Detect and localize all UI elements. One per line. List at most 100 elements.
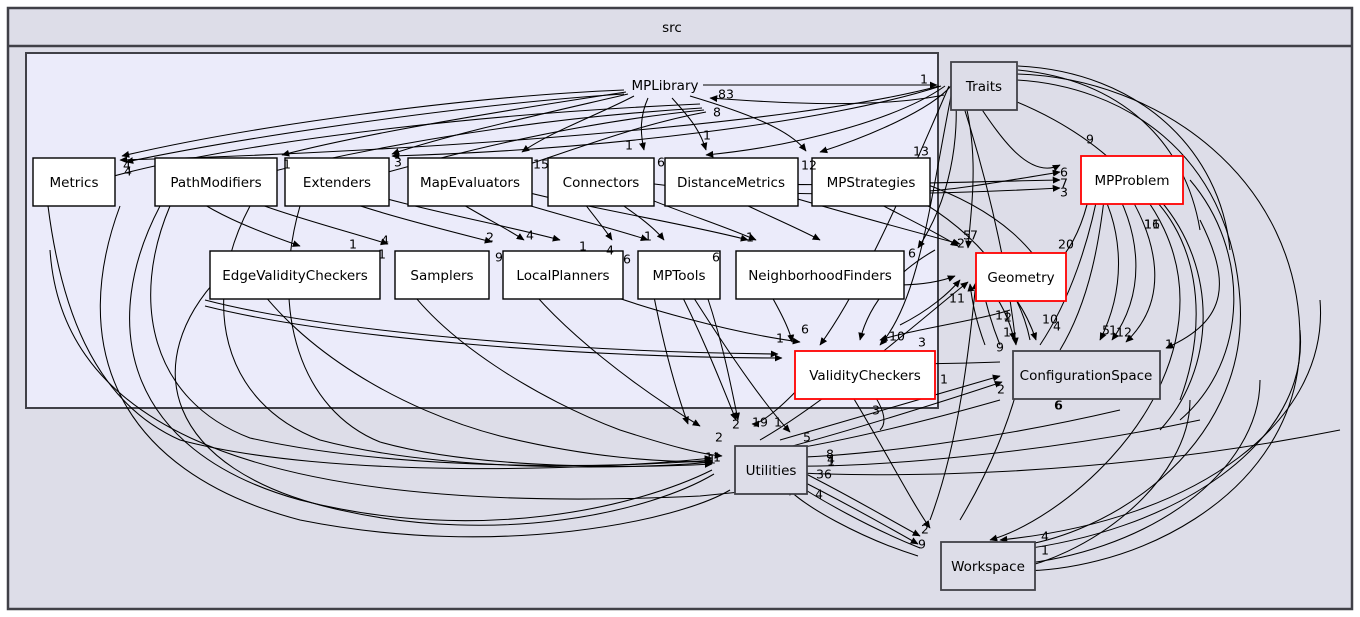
- node-pathmodifiers[interactable]: PathModifiers: [154, 157, 278, 207]
- edge-count-label: 20: [1058, 237, 1074, 252]
- edge-count-label: 83: [718, 87, 734, 102]
- edge-count-label: 4: [1053, 319, 1061, 334]
- node-workspace[interactable]: Workspace: [940, 541, 1036, 591]
- edge-count-label: 3: [1060, 185, 1068, 200]
- edge-count-label: 3: [394, 155, 402, 170]
- node-extenders[interactable]: Extenders: [284, 157, 390, 207]
- edge-count-label: 9: [918, 537, 926, 552]
- edge-count-label: 4: [526, 228, 534, 243]
- edge-count-label: 1: [920, 72, 928, 87]
- node-mpproblem[interactable]: MPProblem: [1080, 155, 1184, 205]
- node-mpproblem-label: MPProblem: [1095, 173, 1170, 189]
- edge-count-label: 1: [579, 239, 587, 254]
- node-localplanners[interactable]: LocalPlanners: [502, 250, 624, 300]
- node-mpstrategies-label: MPStrategies: [827, 175, 916, 191]
- node-geometry-label: Geometry: [987, 270, 1054, 286]
- node-configurationspace[interactable]: ConfigurationSpace: [1012, 350, 1161, 400]
- node-localplanners-label: LocalPlanners: [516, 268, 609, 284]
- edge-count-label: 1: [625, 138, 633, 153]
- edge-count-label: 16: [1144, 217, 1160, 232]
- node-edgevaliditycheckers-label: EdgeValidityCheckers: [222, 268, 367, 284]
- node-mapevaluators-label: MapEvaluators: [420, 175, 520, 191]
- edge-count-label: 1: [1041, 543, 1049, 558]
- node-mptools-label: MPTools: [652, 268, 705, 284]
- edge-count-label: 1: [1003, 325, 1011, 340]
- edge-count-label: 2: [921, 522, 929, 537]
- edge-count-label: 3: [918, 335, 926, 350]
- edge-count-label: 4: [124, 164, 132, 179]
- edge-count-label: 1: [644, 229, 652, 244]
- edge-count-label: 5: [803, 430, 811, 445]
- edge-count-label: 2: [1004, 310, 1012, 325]
- node-traits-label: Traits: [965, 79, 1002, 95]
- edge-count-label: 12: [1116, 325, 1132, 340]
- edge-count-label: 10: [889, 329, 905, 344]
- node-workspace-label: Workspace: [951, 559, 1025, 575]
- node-validitycheckers[interactable]: ValidityCheckers: [794, 350, 936, 400]
- dependency-graph-svg: src MPLibrary Metrics PathModifiers Exte…: [0, 0, 1360, 617]
- node-distancemetrics[interactable]: DistanceMetrics: [664, 157, 799, 207]
- node-configurationspace-label: ConfigurationSpace: [1020, 368, 1153, 384]
- edge-count-label: 4: [815, 487, 823, 502]
- edge-count-label: 1: [708, 452, 716, 467]
- node-connectors-label: Connectors: [563, 175, 640, 191]
- edge-count-label: 8: [713, 105, 721, 120]
- node-geometry[interactable]: Geometry: [975, 252, 1067, 302]
- node-mptools[interactable]: MPTools: [637, 250, 721, 300]
- edge-count-label: 2: [715, 430, 723, 445]
- node-distancemetrics-label: DistanceMetrics: [677, 175, 785, 191]
- edge-count-label: 7: [970, 228, 978, 243]
- edge-count-label: 1: [746, 230, 754, 245]
- edge-count-label: 1: [940, 372, 948, 387]
- edge-count-label: 9: [1086, 132, 1094, 147]
- edge-count-label: 1: [776, 331, 784, 346]
- node-metrics-label: Metrics: [49, 175, 98, 191]
- edge-count-label: 1: [378, 247, 386, 262]
- node-pathmodifiers-label: PathModifiers: [170, 175, 261, 191]
- edge-count-label: 13: [913, 144, 929, 159]
- cluster-mplibrary-title: MPLibrary: [632, 78, 699, 94]
- edge-count-label: 2: [732, 417, 740, 432]
- edge-count-label: 6: [623, 252, 631, 267]
- node-extenders-label: Extenders: [303, 175, 371, 191]
- node-utilities[interactable]: Utilities: [734, 445, 808, 495]
- node-validitycheckers-label: ValidityCheckers: [809, 368, 921, 384]
- node-mapevaluators[interactable]: MapEvaluators: [407, 157, 533, 207]
- node-metrics[interactable]: Metrics: [32, 157, 116, 207]
- edge-count-label: 4: [606, 243, 614, 258]
- node-mpstrategies[interactable]: MPStrategies: [811, 157, 931, 207]
- edge-count-label: 6: [657, 155, 665, 170]
- edge-count-label: 3: [872, 403, 880, 418]
- edge-count-label: 36: [816, 467, 832, 482]
- node-neighborhoodfinders-label: NeighborhoodFinders: [748, 268, 892, 284]
- cluster-src-title: src: [662, 20, 682, 36]
- edge-count-label: 15: [533, 157, 549, 172]
- edge-count-label: 1: [1165, 337, 1173, 352]
- node-samplers-label: Samplers: [410, 268, 473, 284]
- edge-count-label: 2: [486, 230, 494, 245]
- edge-count-label: 6: [712, 250, 720, 265]
- node-edgevaliditycheckers[interactable]: EdgeValidityCheckers: [209, 250, 381, 300]
- node-traits[interactable]: Traits: [950, 61, 1018, 111]
- edge-count-label: 1: [349, 237, 357, 252]
- node-neighborhoodfinders[interactable]: NeighborhoodFinders: [735, 250, 905, 300]
- edge-count-label: 4: [381, 233, 389, 248]
- edge-count-label: 6: [908, 246, 916, 261]
- node-connectors[interactable]: Connectors: [547, 157, 655, 207]
- edge-count-label: 4: [827, 452, 835, 467]
- node-utilities-label: Utilities: [746, 463, 797, 479]
- edge-count-label: 11: [949, 291, 965, 306]
- edge-count-label: 9: [996, 340, 1004, 355]
- node-samplers[interactable]: Samplers: [394, 250, 490, 300]
- edge-count-label: 2: [997, 382, 1005, 397]
- dependency-graph-page: src MPLibrary Metrics PathModifiers Exte…: [0, 0, 1360, 617]
- edge-count-label: 19: [752, 415, 768, 430]
- edge-count-label: 4: [1041, 529, 1049, 544]
- edge-count-label: 12: [801, 158, 817, 173]
- edge-count-label: 1: [283, 157, 291, 172]
- edge-count-label: 9: [495, 250, 503, 265]
- edge-count-label: 6: [801, 322, 809, 337]
- edge-count-label: 6: [1055, 398, 1063, 413]
- edge-count-label: 1: [774, 415, 782, 430]
- edge-count-label: 1: [703, 128, 711, 143]
